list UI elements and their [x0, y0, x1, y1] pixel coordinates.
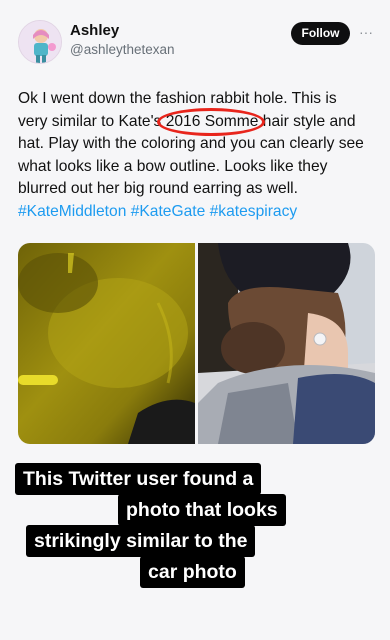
tweet-card: Ashley @ashleythetexan Follow ··· Ok I w… — [0, 0, 390, 640]
tweet-body: Ok I went down the fashion rabbit hole. … — [18, 90, 364, 198]
caption-line: car photo — [140, 556, 245, 588]
avatar-cartoon-icon — [19, 21, 61, 63]
woman-hair-bun-hat-photo-icon — [198, 243, 375, 444]
follow-button[interactable]: Follow — [291, 22, 350, 45]
caption-line: This Twitter user found a — [15, 463, 262, 495]
author-handle[interactable]: @ashleythetexan — [70, 42, 175, 57]
caption-line: strikingly similar to the — [26, 525, 256, 557]
media-image-left[interactable] — [18, 243, 195, 444]
avatar[interactable] — [18, 20, 62, 64]
media-image-right[interactable] — [198, 243, 375, 444]
blurred-yellow-car-photo-icon — [18, 243, 195, 444]
hashtag-link[interactable]: #katespiracy — [210, 203, 298, 220]
hashtag-link[interactable]: #KateGate — [131, 203, 206, 220]
caption-line: photo that looks — [118, 494, 286, 526]
author-name[interactable]: Ashley — [70, 22, 119, 39]
media-grid — [18, 243, 375, 444]
tweet-text: Ok I went down the fashion rabbit hole. … — [18, 88, 368, 224]
more-options-icon[interactable]: ··· — [357, 22, 375, 42]
hashtag-link[interactable]: #KateMiddleton — [18, 203, 126, 220]
